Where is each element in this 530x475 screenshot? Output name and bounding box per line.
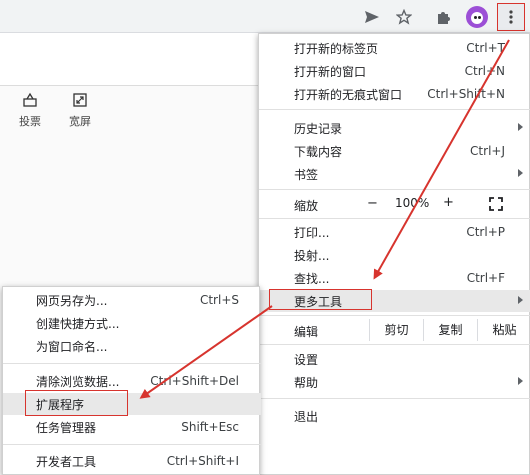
annotation-highlight-box: [269, 289, 372, 310]
chevron-right-icon: [518, 296, 523, 304]
chrome-menu-button[interactable]: [497, 3, 525, 31]
menu-divider: [259, 398, 530, 399]
chrome-main-menu: 打开新的标签页 Ctrl+T 打开新的窗口 Ctrl+N 打开新的无痕式窗口 C…: [258, 33, 530, 475]
paste-button[interactable]: 粘贴: [477, 319, 530, 341]
browser-toolbar: [0, 0, 530, 33]
zoom-row: 缩放 − 100% +: [259, 192, 530, 216]
zoom-out-button[interactable]: −: [367, 196, 378, 211]
vote-icon: [10, 92, 50, 108]
menu-item-cast[interactable]: 投射...: [259, 244, 530, 266]
chevron-right-icon: [518, 377, 523, 385]
submenu-item-task-manager[interactable]: 任务管理器 Shift+Esc: [3, 416, 261, 438]
send-icon[interactable]: [359, 4, 385, 30]
chevron-right-icon: [518, 169, 523, 177]
fullscreen-icon[interactable]: [489, 197, 503, 214]
menu-divider: [259, 189, 530, 190]
menu-item-history[interactable]: 历史记录: [259, 117, 530, 139]
zoom-in-button[interactable]: +: [443, 195, 454, 210]
page-header-strip: [0, 33, 260, 86]
edit-label: 编辑: [294, 325, 319, 339]
submenu-item-developer-tools[interactable]: 开发者工具 Ctrl+Shift+I: [3, 450, 261, 472]
menu-item-downloads[interactable]: 下载内容 Ctrl+J: [259, 140, 530, 162]
menu-item-settings[interactable]: 设置: [259, 348, 530, 370]
menu-divider: [259, 218, 530, 219]
widescreen-icon: [60, 92, 100, 108]
menu-item-exit[interactable]: 退出: [259, 405, 530, 427]
menu-divider: [259, 109, 530, 110]
chevron-right-icon: [518, 123, 523, 131]
widescreen-label: 宽屏: [69, 115, 91, 128]
submenu-item-create-shortcut[interactable]: 创建快捷方式...: [3, 312, 261, 334]
menu-item-new-window[interactable]: 打开新的窗口 Ctrl+N: [259, 60, 530, 82]
menu-item-find[interactable]: 查找... Ctrl+F: [259, 267, 530, 289]
submenu-divider: [3, 444, 261, 445]
submenu-item-save-page-as[interactable]: 网页另存为... Ctrl+S: [3, 289, 261, 311]
menu-item-bookmarks[interactable]: 书签: [259, 163, 530, 185]
vote-label: 投票: [19, 115, 41, 128]
extensions-puzzle-icon[interactable]: [431, 4, 457, 30]
profile-avatar[interactable]: [466, 6, 488, 28]
menu-divider: [259, 315, 530, 316]
edit-row: 编辑 剪切 复制 粘贴: [259, 319, 530, 341]
vote-tool[interactable]: 投票: [10, 92, 50, 129]
annotation-highlight-box: [25, 390, 128, 416]
menu-item-print[interactable]: 打印... Ctrl+P: [259, 221, 530, 243]
cut-button[interactable]: 剪切: [369, 319, 423, 341]
submenu-item-name-window[interactable]: 为窗口命名...: [3, 335, 261, 357]
menu-item-new-tab[interactable]: 打开新的标签页 Ctrl+T: [259, 37, 530, 59]
submenu-divider: [3, 363, 261, 364]
more-tools-submenu: 网页另存为... Ctrl+S 创建快捷方式... 为窗口命名... 清除浏览数…: [2, 286, 261, 475]
kebab-menu-icon: [509, 10, 513, 24]
menu-item-new-incognito-window[interactable]: 打开新的无痕式窗口 Ctrl+Shift+N: [259, 83, 530, 105]
bookmark-star-icon[interactable]: [391, 4, 417, 30]
submenu-item-clear-browsing-data[interactable]: 清除浏览数据... Ctrl+Shift+Del: [3, 370, 261, 392]
copy-button[interactable]: 复制: [423, 319, 477, 341]
menu-divider: [259, 344, 530, 345]
widescreen-tool[interactable]: 宽屏: [60, 92, 100, 129]
menu-item-help[interactable]: 帮助: [259, 371, 530, 393]
zoom-level: 100%: [395, 196, 430, 210]
zoom-label: 缩放: [294, 199, 319, 213]
